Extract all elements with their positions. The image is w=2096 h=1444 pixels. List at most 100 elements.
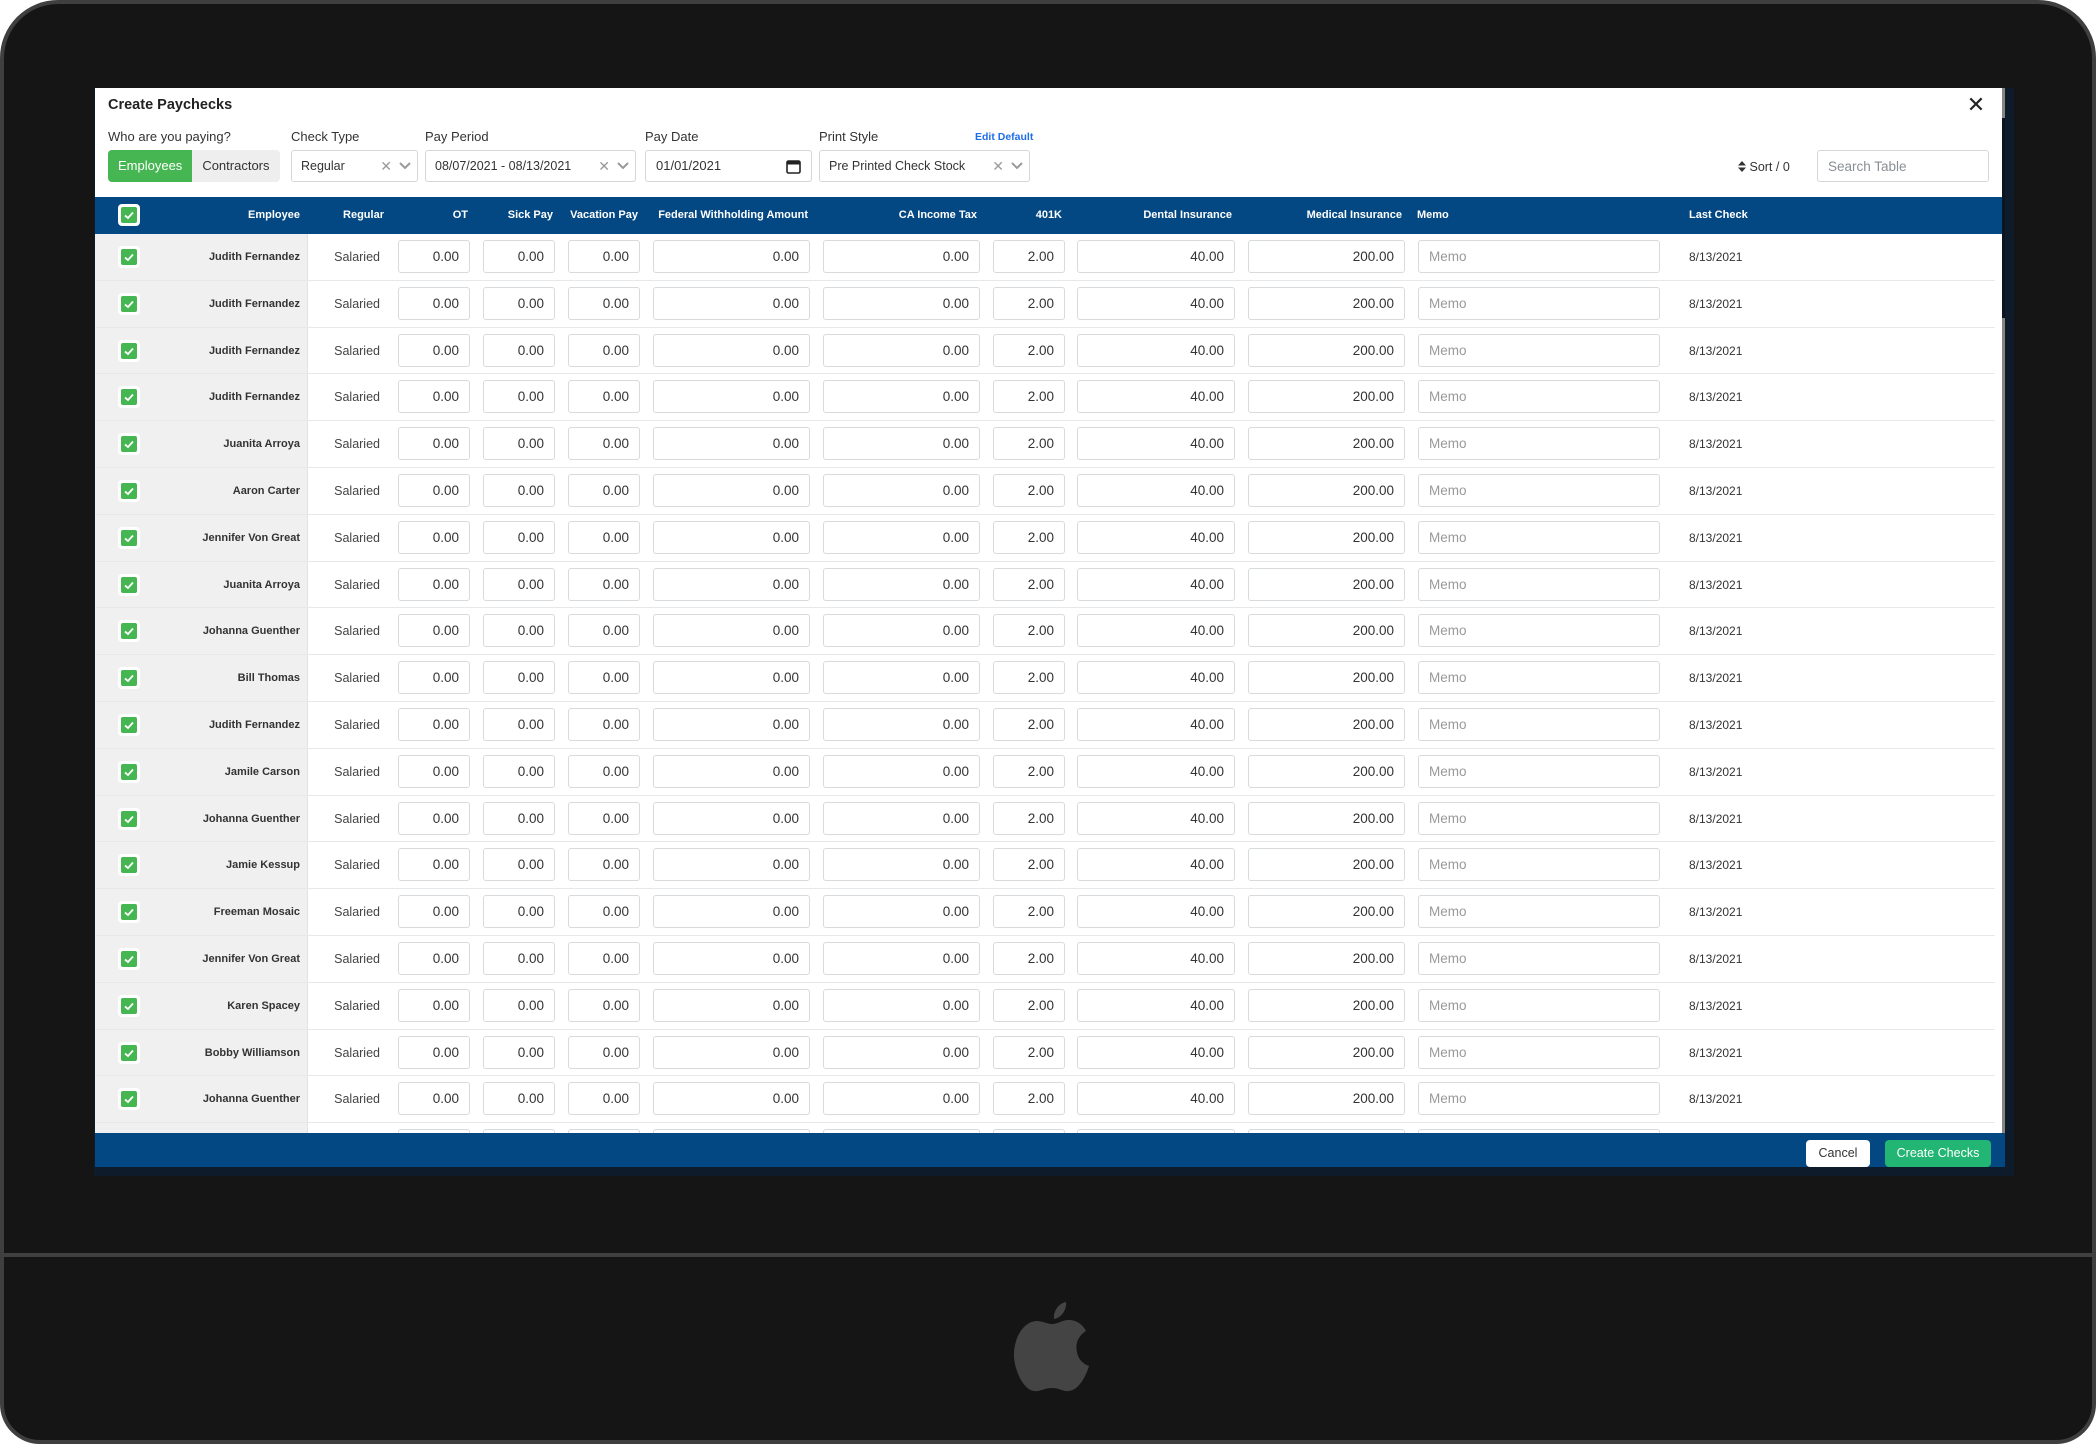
vacation-pay-input[interactable] <box>568 427 640 461</box>
vacation-pay-input[interactable] <box>568 380 640 414</box>
clear-icon[interactable]: ✕ <box>380 151 392 181</box>
ot-input[interactable] <box>398 848 470 882</box>
sick-pay-input[interactable] <box>483 240 555 273</box>
k401-input[interactable] <box>993 474 1065 507</box>
dental-insurance-input[interactable] <box>1077 427 1235 461</box>
medical-insurance-input[interactable] <box>1248 895 1405 929</box>
federal-withholding-input[interactable] <box>653 240 810 273</box>
federal-withholding-input[interactable] <box>653 1035 810 1069</box>
vacation-pay-input[interactable] <box>568 988 640 1022</box>
memo-input[interactable] <box>1418 801 1660 835</box>
ot-input[interactable] <box>398 427 470 461</box>
k401-input[interactable] <box>993 942 1065 975</box>
medical-insurance-input[interactable] <box>1248 614 1405 648</box>
federal-withholding-input[interactable] <box>653 567 810 601</box>
dental-insurance-input[interactable] <box>1077 1082 1235 1116</box>
ot-input[interactable] <box>398 988 470 1022</box>
dental-insurance-input[interactable] <box>1077 988 1235 1022</box>
search-table-input[interactable] <box>1817 150 1989 182</box>
federal-withholding-input[interactable] <box>653 614 810 648</box>
clear-icon[interactable]: ✕ <box>992 151 1004 181</box>
contractors-tab[interactable]: Contractors <box>192 150 279 182</box>
federal-withholding-input[interactable] <box>653 1082 810 1116</box>
vacation-pay-input[interactable] <box>568 286 640 320</box>
k401-input[interactable] <box>993 708 1065 741</box>
vacation-pay-input[interactable] <box>568 708 640 741</box>
sick-pay-input[interactable] <box>483 380 555 414</box>
pay-period-select[interactable]: 08/07/2021 - 08/13/2021 ✕ <box>425 150 636 182</box>
ca-income-tax-input[interactable] <box>823 988 980 1022</box>
medical-insurance-input[interactable] <box>1248 240 1405 273</box>
memo-input[interactable] <box>1418 1082 1660 1116</box>
print-style-select[interactable]: Pre Printed Check Stock ✕ <box>819 150 1030 182</box>
medical-insurance-input[interactable] <box>1248 848 1405 882</box>
sick-pay-input[interactable] <box>483 427 555 461</box>
ca-income-tax-input[interactable] <box>823 614 980 648</box>
ca-income-tax-input[interactable] <box>823 333 980 367</box>
federal-withholding-input[interactable] <box>653 380 810 414</box>
sick-pay-input[interactable] <box>483 848 555 882</box>
col-memo[interactable]: Memo <box>1417 197 1449 234</box>
federal-withholding-input[interactable] <box>653 661 810 695</box>
vacation-pay-input[interactable] <box>568 240 640 273</box>
medical-insurance-input[interactable] <box>1248 286 1405 320</box>
dental-insurance-input[interactable] <box>1077 754 1235 788</box>
ot-input[interactable] <box>398 801 470 835</box>
ca-income-tax-input[interactable] <box>823 848 980 882</box>
ca-income-tax-input[interactable] <box>823 942 980 975</box>
ca-income-tax-input[interactable] <box>823 240 980 273</box>
vacation-pay-input[interactable] <box>568 474 640 507</box>
memo-input[interactable] <box>1418 520 1660 554</box>
medical-insurance-input[interactable] <box>1248 661 1405 695</box>
memo-input[interactable] <box>1418 661 1660 695</box>
dental-insurance-input[interactable] <box>1077 848 1235 882</box>
k401-input[interactable] <box>993 614 1065 648</box>
memo-input[interactable] <box>1418 286 1660 320</box>
col-employee[interactable]: Employee <box>195 197 300 234</box>
sick-pay-input[interactable] <box>483 286 555 320</box>
memo-input[interactable] <box>1418 1035 1660 1069</box>
ot-input[interactable] <box>398 333 470 367</box>
ca-income-tax-input[interactable] <box>823 567 980 601</box>
chevron-down-icon[interactable] <box>399 161 411 171</box>
vacation-pay-input[interactable] <box>568 848 640 882</box>
col-federal-withholding[interactable]: Federal Withholding Amount <box>650 197 808 234</box>
dental-insurance-input[interactable] <box>1077 895 1235 929</box>
memo-input[interactable] <box>1418 333 1660 367</box>
dental-insurance-input[interactable] <box>1077 661 1235 695</box>
ca-income-tax-input[interactable] <box>823 380 980 414</box>
sick-pay-input[interactable] <box>483 754 555 788</box>
k401-input[interactable] <box>993 801 1065 835</box>
k401-input[interactable] <box>993 988 1065 1022</box>
medical-insurance-input[interactable] <box>1248 567 1405 601</box>
medical-insurance-input[interactable] <box>1248 380 1405 414</box>
ca-income-tax-input[interactable] <box>823 286 980 320</box>
k401-input[interactable] <box>993 427 1065 461</box>
employees-tab[interactable]: Employees <box>108 150 193 182</box>
vacation-pay-input[interactable] <box>568 801 640 835</box>
dental-insurance-input[interactable] <box>1077 567 1235 601</box>
vacation-pay-input[interactable] <box>568 1035 640 1069</box>
memo-input[interactable] <box>1418 614 1660 648</box>
col-401k[interactable]: 401K <box>990 197 1062 234</box>
col-vacation-pay[interactable]: Vacation Pay <box>565 197 638 234</box>
dental-insurance-input[interactable] <box>1077 286 1235 320</box>
ot-input[interactable] <box>398 661 470 695</box>
sort-control[interactable]: Sort / 0 <box>1738 158 1790 176</box>
dental-insurance-input[interactable] <box>1077 380 1235 414</box>
chevron-down-icon[interactable] <box>617 161 629 171</box>
medical-insurance-input[interactable] <box>1248 988 1405 1022</box>
check-type-select[interactable]: Regular ✕ <box>291 150 418 182</box>
vacation-pay-input[interactable] <box>568 614 640 648</box>
sick-pay-input[interactable] <box>483 661 555 695</box>
k401-input[interactable] <box>993 380 1065 414</box>
vacation-pay-input[interactable] <box>568 520 640 554</box>
medical-insurance-input[interactable] <box>1248 754 1405 788</box>
sick-pay-input[interactable] <box>483 942 555 975</box>
vacation-pay-input[interactable] <box>568 895 640 929</box>
federal-withholding-input[interactable] <box>653 895 810 929</box>
memo-input[interactable] <box>1418 380 1660 414</box>
k401-input[interactable] <box>993 240 1065 273</box>
sick-pay-input[interactable] <box>483 1082 555 1116</box>
sick-pay-input[interactable] <box>483 614 555 648</box>
